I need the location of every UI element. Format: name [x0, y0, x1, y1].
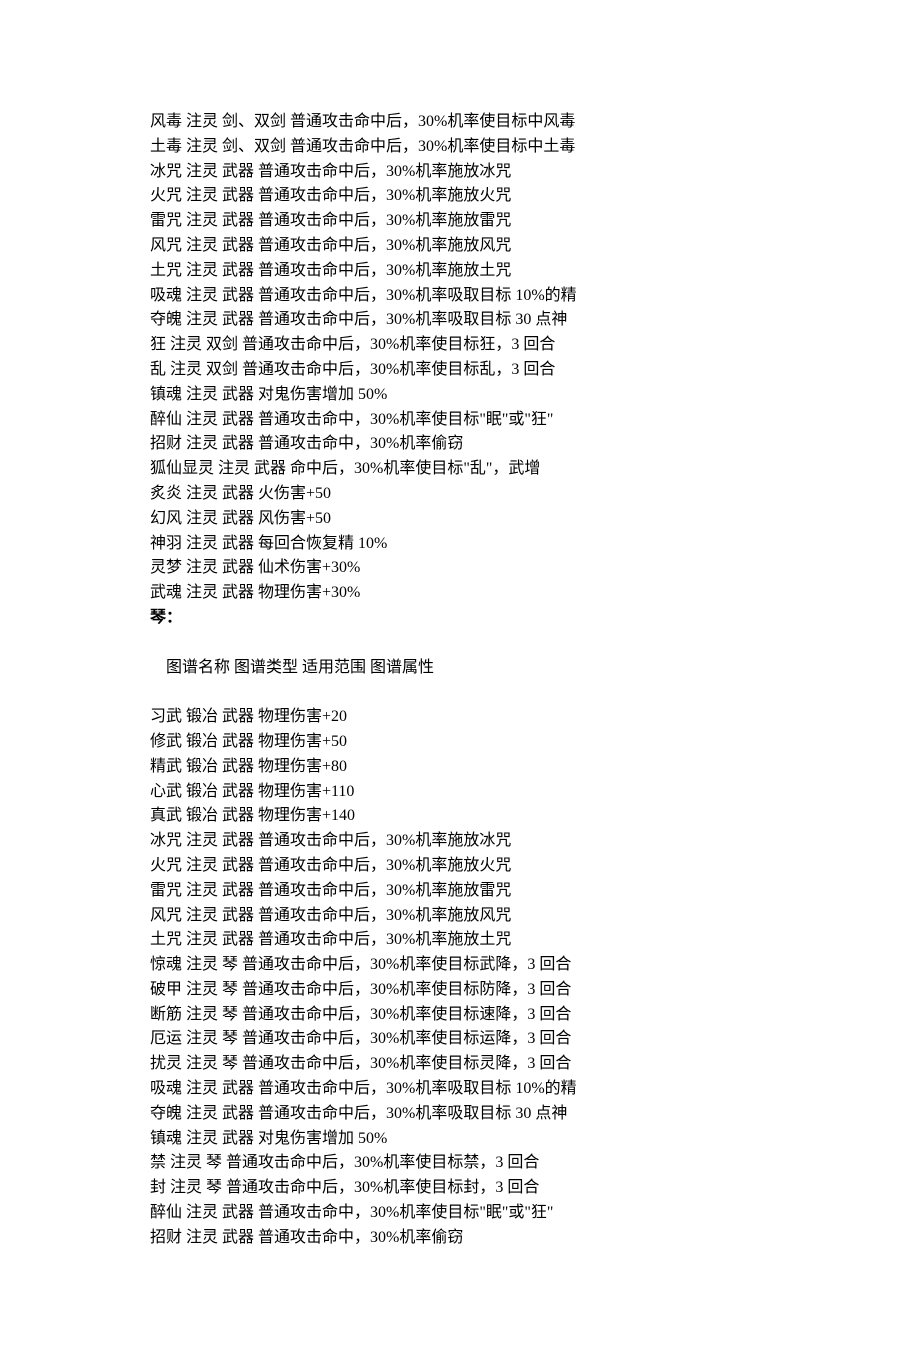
table-row: 火咒 注灵 武器 普通攻击命中后，30%机率施放火咒: [150, 184, 780, 209]
table-row: 镇魂 注灵 武器 对鬼伤害增加 50%: [150, 1127, 780, 1152]
table-row: 封 注灵 琴 普通攻击命中后，30%机率使目标封，3 回合: [150, 1176, 780, 1201]
table-row: 雷咒 注灵 武器 普通攻击命中后，30%机率施放雷咒: [150, 879, 780, 904]
table-row: 破甲 注灵 琴 普通攻击命中后，30%机率使目标防降，3 回合: [150, 978, 780, 1003]
col-attr: 图谱属性: [370, 659, 434, 676]
document-page: 风毒 注灵 剑、双剑 普通攻击命中后，30%机率使目标中风毒土毒 注灵 剑、双剑…: [0, 0, 920, 1361]
section-2-heading: 琴：: [150, 606, 780, 631]
table-row: 精武 锻冶 武器 物理伤害+80: [150, 755, 780, 780]
table-row: 夺魄 注灵 武器 普通攻击命中后，30%机率吸取目标 30 点神: [150, 308, 780, 333]
table-row: 风咒 注灵 武器 普通攻击命中后，30%机率施放风咒: [150, 904, 780, 929]
table-row: 幻风 注灵 武器 风伤害+50: [150, 507, 780, 532]
col-type: 图谱类型: [234, 659, 298, 676]
table-row: 厄运 注灵 琴 普通攻击命中后，30%机率使目标运降，3 回合: [150, 1027, 780, 1052]
table-row: 土毒 注灵 剑、双剑 普通攻击命中后，30%机率使目标中土毒: [150, 135, 780, 160]
table-row: 神羽 注灵 武器 每回合恢复精 10%: [150, 532, 780, 557]
section-2-body: 习武 锻冶 武器 物理伤害+20修武 锻冶 武器 物理伤害+50精武 锻冶 武器…: [150, 705, 780, 1251]
table-row: 扰灵 注灵 琴 普通攻击命中后，30%机率使目标灵降，3 回合: [150, 1052, 780, 1077]
table-row: 乱 注灵 双剑 普通攻击命中后，30%机率使目标乱，3 回合: [150, 358, 780, 383]
col-scope: 适用范围: [302, 659, 366, 676]
table-row: 武魂 注灵 武器 物理伤害+30%: [150, 581, 780, 606]
table-row: 夺魄 注灵 武器 普通攻击命中后，30%机率吸取目标 30 点神: [150, 1102, 780, 1127]
table-row: 冰咒 注灵 武器 普通攻击命中后，30%机率施放冰咒: [150, 829, 780, 854]
table-row: 修武 锻冶 武器 物理伤害+50: [150, 730, 780, 755]
table-row: 狂 注灵 双剑 普通攻击命中后，30%机率使目标狂，3 回合: [150, 333, 780, 358]
table-row: 心武 锻冶 武器 物理伤害+110: [150, 780, 780, 805]
table-row: 醉仙 注灵 武器 普通攻击命中，30%机率使目标"眠"或"狂": [150, 1201, 780, 1226]
table-row: 真武 锻冶 武器 物理伤害+140: [150, 804, 780, 829]
table-row: 炙炎 注灵 武器 火伤害+50: [150, 482, 780, 507]
table-row: 土咒 注灵 武器 普通攻击命中后，30%机率施放土咒: [150, 928, 780, 953]
table-row: 镇魂 注灵 武器 对鬼伤害增加 50%: [150, 383, 780, 408]
col-name: 图谱名称: [166, 659, 230, 676]
table-row: 雷咒 注灵 武器 普通攻击命中后，30%机率施放雷咒: [150, 209, 780, 234]
table-row: 断筋 注灵 琴 普通攻击命中后，30%机率使目标速降，3 回合: [150, 1003, 780, 1028]
section-1-body: 风毒 注灵 剑、双剑 普通攻击命中后，30%机率使目标中风毒土毒 注灵 剑、双剑…: [150, 110, 780, 606]
table-row: 狐仙显灵 注灵 武器 命中后，30%机率使目标"乱"，武增: [150, 457, 780, 482]
table-row: 灵梦 注灵 武器 仙术伤害+30%: [150, 556, 780, 581]
table-row: 招财 注灵 武器 普通攻击命中，30%机率偷窃: [150, 1226, 780, 1251]
table-row: 惊魂 注灵 琴 普通攻击命中后，30%机率使目标武降，3 回合: [150, 953, 780, 978]
table-row: 火咒 注灵 武器 普通攻击命中后，30%机率施放火咒: [150, 854, 780, 879]
table-row: 风咒 注灵 武器 普通攻击命中后，30%机率施放风咒: [150, 234, 780, 259]
table-row: 冰咒 注灵 武器 普通攻击命中后，30%机率施放冰咒: [150, 160, 780, 185]
table-row: 习武 锻冶 武器 物理伤害+20: [150, 705, 780, 730]
table-row: 吸魂 注灵 武器 普通攻击命中后，30%机率吸取目标 10%的精: [150, 284, 780, 309]
table-row: 风毒 注灵 剑、双剑 普通攻击命中后，30%机率使目标中风毒: [150, 110, 780, 135]
table-row: 吸魂 注灵 武器 普通攻击命中后，30%机率吸取目标 10%的精: [150, 1077, 780, 1102]
table-row: 禁 注灵 琴 普通攻击命中后，30%机率使目标禁，3 回合: [150, 1151, 780, 1176]
section-2-header: 图谱名称 图谱类型 适用范围 图谱属性: [150, 631, 780, 705]
table-row: 醉仙 注灵 武器 普通攻击命中，30%机率使目标"眠"或"狂": [150, 408, 780, 433]
table-row: 土咒 注灵 武器 普通攻击命中后，30%机率施放土咒: [150, 259, 780, 284]
table-row: 招财 注灵 武器 普通攻击命中，30%机率偷窃: [150, 432, 780, 457]
